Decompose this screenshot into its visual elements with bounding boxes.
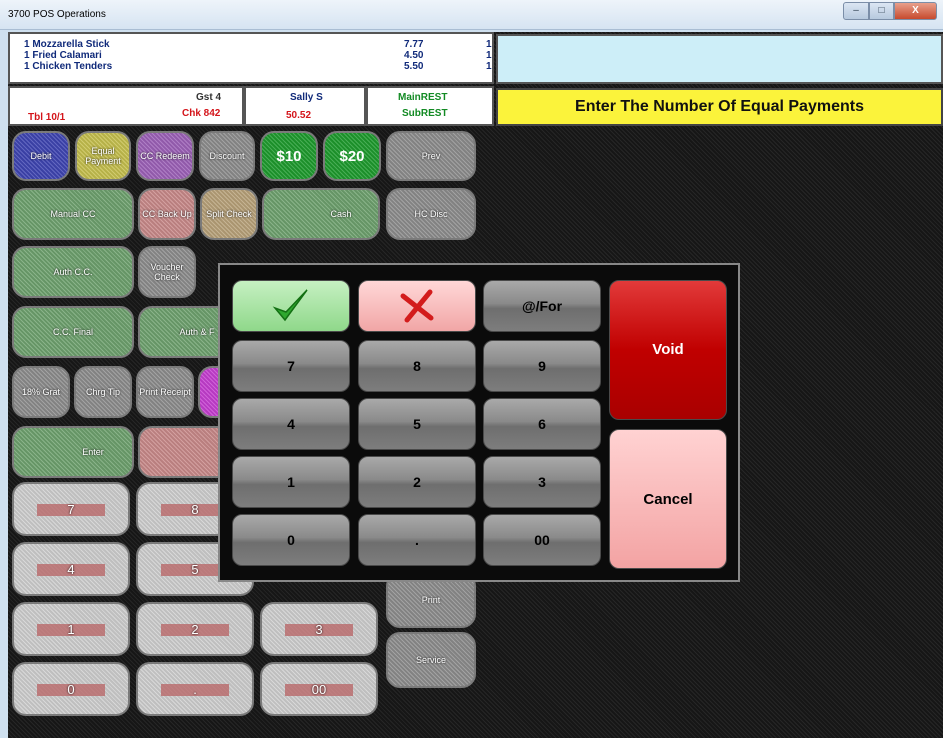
clear-key[interactable] [358, 280, 476, 332]
equal-payment-button[interactable]: Equal Payment [75, 131, 131, 181]
auth-cc-button[interactable]: Auth C.C. [12, 246, 134, 298]
window-controls: – □ X [843, 2, 937, 22]
key-3[interactable]: 3 [483, 456, 601, 508]
key-0[interactable]: 0 [232, 514, 350, 566]
ok-key[interactable] [232, 280, 350, 332]
key-4[interactable]: 4 [232, 398, 350, 450]
item-price: 5.50 [404, 61, 424, 72]
check-number: Chk 842 [182, 108, 221, 119]
grat-button[interactable]: 18% Grat [12, 366, 70, 418]
voucher-check-button[interactable]: Voucher Check [138, 246, 196, 298]
bg-key-3[interactable]: 3 [260, 602, 378, 656]
enter-label: Enter [82, 447, 104, 457]
item-seat: 1 [486, 50, 492, 61]
check-info-bar: Gst 4 Chk 842 Tbl 10/1 Sally S 50.52 Mai… [8, 86, 494, 126]
prompt-bar: Enter The Number Of Equal Payments [496, 88, 943, 126]
bg-key-00[interactable]: 00 [260, 662, 378, 716]
bg-key-4[interactable]: 4 [12, 542, 130, 596]
hc-disc-button[interactable]: HC Disc [386, 188, 476, 240]
key-decimal[interactable]: . [358, 514, 476, 566]
pos-client-area: 1 Mozzarella Stick 7.77 1 1 Fried Calama… [8, 32, 943, 738]
employee-name: Sally S [290, 92, 323, 103]
revenue-center-box: MainREST SubREST [366, 86, 494, 126]
bg-key-2[interactable]: 2 [136, 602, 254, 656]
charge-tip-button[interactable]: Chrg Tip [74, 366, 132, 418]
key-8[interactable]: 8 [358, 340, 476, 392]
table-check-box: Gst 4 Chk 842 Tbl 10/1 [8, 86, 244, 126]
revenue-center: MainREST [398, 92, 448, 103]
cc-redeem-button[interactable]: CC Redeem [136, 131, 194, 181]
maximize-button[interactable]: □ [869, 2, 894, 20]
close-button[interactable]: X [894, 2, 937, 20]
print-receipt-button[interactable]: Print Receipt [136, 366, 194, 418]
item-name: 1 Chicken Tenders [24, 61, 113, 72]
checkmark-icon [271, 286, 311, 326]
summary-area [496, 34, 943, 84]
bg-key-0[interactable]: 0 [12, 662, 130, 716]
void-key[interactable]: Void [609, 280, 727, 420]
bg-key-dot[interactable]: . [136, 662, 254, 716]
cancel-key[interactable]: Cancel [609, 429, 727, 569]
prev-button[interactable]: Prev [386, 131, 476, 181]
key-5[interactable]: 5 [358, 398, 476, 450]
bg-key-7[interactable]: 7 [12, 482, 130, 536]
key-00[interactable]: 00 [483, 514, 601, 566]
twenty-dollar-button[interactable]: $20 [323, 131, 381, 181]
enter-button[interactable]: Enter [12, 426, 134, 478]
window-title: 3700 POS Operations [8, 9, 106, 20]
x-mark-icon [397, 286, 437, 326]
guest-count: Gst 4 [196, 92, 222, 103]
cash-button[interactable]: Cash [262, 188, 380, 240]
split-check-button[interactable]: Split Check [200, 188, 258, 240]
check-total: 50.52 [286, 110, 312, 121]
item-seat: 1 [486, 39, 492, 50]
bg-key-1[interactable]: 1 [12, 602, 130, 656]
key-9[interactable]: 9 [483, 340, 601, 392]
title-bar: 3700 POS Operations – □ X [0, 0, 943, 30]
manual-cc-button[interactable]: Manual CC [12, 188, 134, 240]
discount-button[interactable]: Discount [199, 131, 255, 181]
service-button[interactable]: Service [386, 632, 476, 688]
key-2[interactable]: 2 [358, 456, 476, 508]
minimize-button[interactable]: – [843, 2, 869, 20]
employee-box: Sally S 50.52 [244, 86, 366, 126]
item-price: 4.50 [404, 50, 424, 61]
ten-dollar-button[interactable]: $10 [260, 131, 318, 181]
table-number: Tbl 10/1 [28, 112, 66, 123]
number-entry-keypad: @/For Void 7 8 9 4 5 6 Cancel 1 2 3 0 . … [218, 263, 740, 582]
item-seat: 1 [486, 61, 492, 72]
sub-revenue-center: SubREST [402, 108, 448, 119]
cash-label: Cash [330, 209, 352, 219]
pos-window: 3700 POS Operations – □ X 1 Mozzarella S… [0, 0, 943, 738]
at-for-key[interactable]: @/For [483, 280, 601, 332]
cc-back-up-button[interactable]: CC Back Up [138, 188, 196, 240]
item-name: 1 Mozzarella Stick [24, 39, 110, 50]
check-detail-area[interactable]: 1 Mozzarella Stick 7.77 1 1 Fried Calama… [8, 32, 494, 84]
cc-final-button[interactable]: C.C. Final [12, 306, 134, 358]
key-7[interactable]: 7 [232, 340, 350, 392]
key-6[interactable]: 6 [483, 398, 601, 450]
item-name: 1 Fried Calamari [24, 50, 102, 61]
debit-button[interactable]: Debit [12, 131, 70, 181]
item-price: 7.77 [404, 39, 424, 50]
key-1[interactable]: 1 [232, 456, 350, 508]
